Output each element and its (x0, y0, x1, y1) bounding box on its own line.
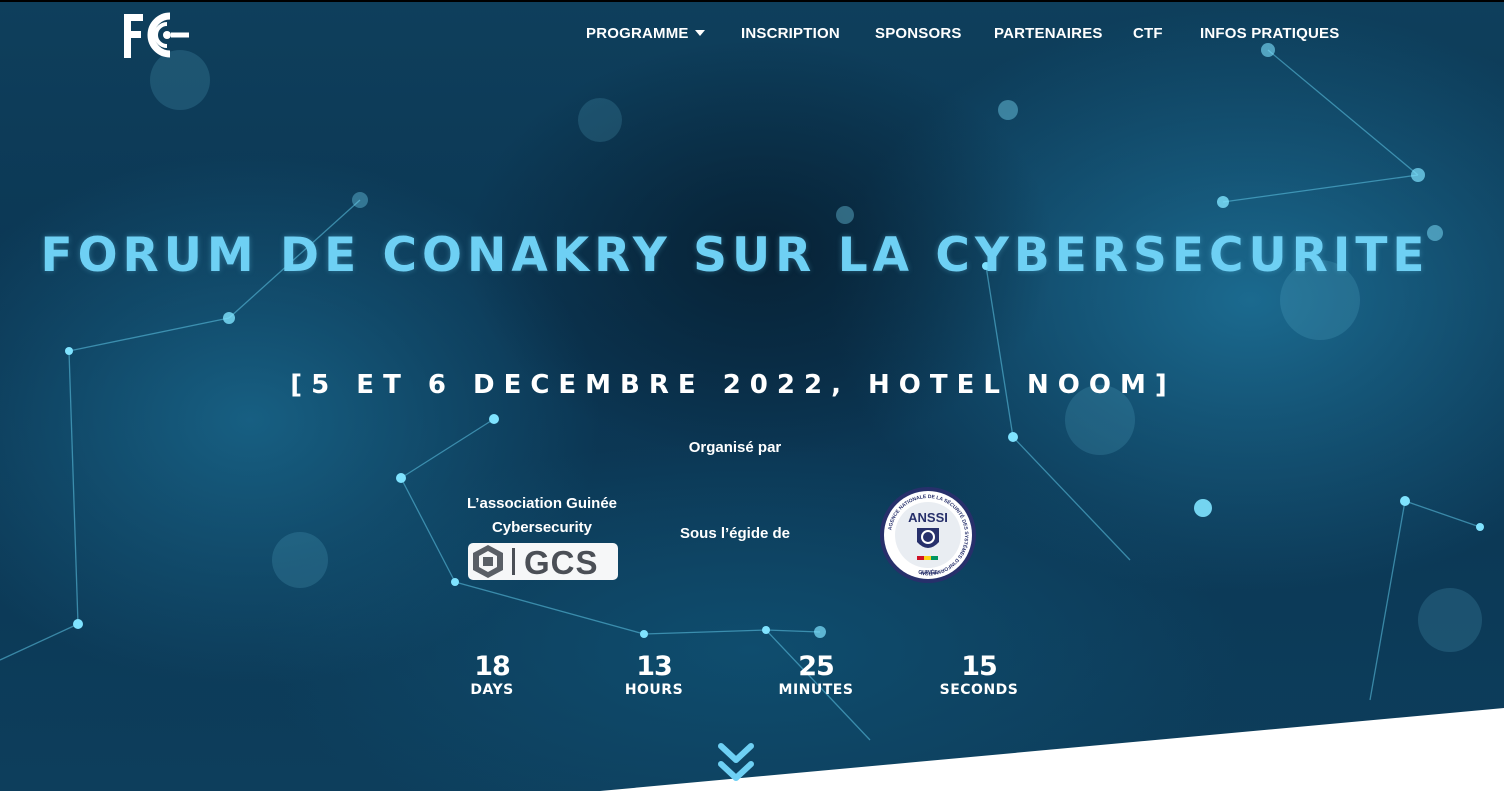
svg-text:GUINÉE: GUINÉE (918, 568, 938, 576)
nav-item-label: PARTENAIRES (994, 25, 1103, 42)
nav-item-label: INSCRIPTION (741, 25, 840, 42)
gcs-logo[interactable]: GCS (468, 543, 618, 580)
gcs-logo-text: GCS (524, 544, 599, 580)
countdown-days: 18 DAYS (432, 651, 552, 699)
caret-down-icon (694, 30, 705, 36)
countdown-hours-label: HOURS (624, 682, 684, 698)
page-title: FORUM DE CONAKRY SUR LA CYBERSECURITE (40, 228, 1430, 283)
event-date-location: [5 ET 6 DECEMBRE 2022, HOTEL NOOM] (290, 370, 1176, 400)
countdown-seconds-value: 15 (961, 651, 998, 682)
association-name: L’association Guinée Cybersecurity (466, 495, 618, 536)
nav-item-label: PROGRAMME (586, 25, 689, 42)
countdown-minutes: 25 MINUTES (756, 651, 876, 699)
under-aegis-label: Sous l’égide de (679, 525, 791, 542)
countdown-hours: 13 HOURS (594, 651, 714, 699)
countdown-days-value: 18 (474, 651, 511, 682)
top-border (0, 0, 1504, 2)
nav-item-label: SPONSORS (875, 25, 962, 42)
countdown-minutes-label: MINUTES (778, 682, 854, 698)
anssi-logo-text: ANSSI (908, 510, 948, 525)
countdown-seconds-label: SECONDS (939, 682, 1019, 698)
nav-item-inscription[interactable]: INSCRIPTION (741, 25, 840, 42)
nav-item-ctf[interactable]: CTF (1133, 25, 1163, 42)
fc-logo[interactable] (121, 10, 191, 60)
countdown-seconds: 15 SECONDS (919, 651, 1039, 699)
double-chevron-down-icon[interactable] (718, 742, 754, 786)
gcs-emblem-icon (473, 545, 515, 578)
nav-item-partenaires[interactable]: PARTENAIRES (994, 25, 1103, 42)
countdown-minutes-value: 25 (798, 651, 835, 682)
nav-item-sponsors[interactable]: SPONSORS (875, 25, 962, 42)
nav-item-label: INFOS PRATIQUES (1200, 25, 1340, 42)
organised-by-label: Organisé par (688, 439, 782, 456)
nav-item-programme[interactable]: PROGRAMME (586, 25, 705, 42)
anssi-seal[interactable]: AGENCE NATIONALE DE LA SÉCURITÉ DES SYST… (879, 486, 977, 584)
nav-item-infos-pratiques[interactable]: INFOS PRATIQUES (1200, 25, 1339, 42)
countdown-hours-value: 13 (636, 651, 673, 682)
nav-item-label: CTF (1133, 25, 1163, 42)
countdown-days-label: DAYS (470, 682, 514, 698)
